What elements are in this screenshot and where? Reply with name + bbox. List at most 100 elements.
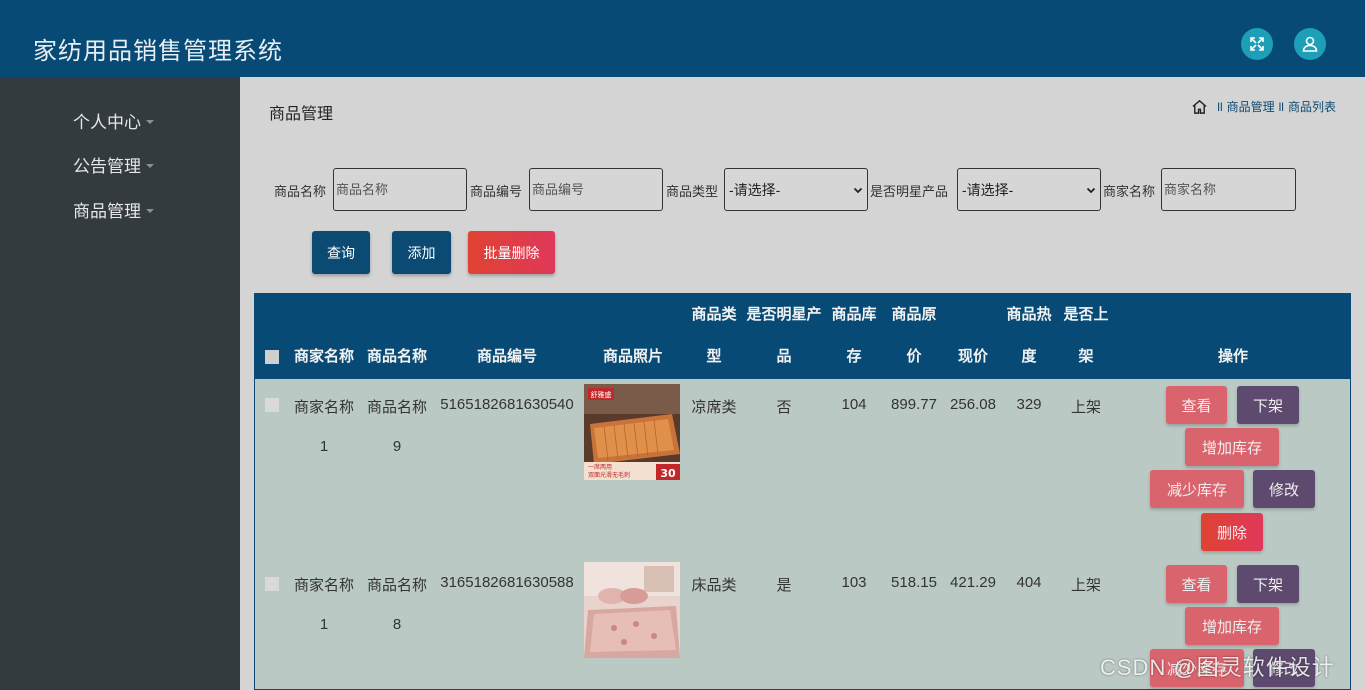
photo-brand-text: 舒雅盛 <box>591 390 612 399</box>
filter-name-input[interactable] <box>333 168 467 211</box>
cell-merchant-suffix: 1 <box>319 616 329 633</box>
product-photo[interactable] <box>584 562 680 658</box>
caret-down-icon <box>146 120 154 124</box>
query-button[interactable]: 查询 <box>312 231 370 274</box>
unshelve-button[interactable]: 下架 <box>1237 386 1299 424</box>
cell-code: 5165182681630540 <box>440 396 574 413</box>
cell-price: 256.08 <box>950 396 996 413</box>
edit-button[interactable]: 修改 <box>1253 470 1315 508</box>
cell-merchant: 商家名称 <box>293 577 354 594</box>
photo-feature-text: 双面光滑无毛刺 <box>588 471 630 479</box>
filter-merchant-label: 商家名称 <box>1103 184 1156 199</box>
page-title: 商品管理 <box>269 106 334 123</box>
home-icon[interactable] <box>1191 98 1208 115</box>
sidebar-item-products[interactable]: 商品管理 <box>73 197 154 222</box>
watermark: CSDN @图灵软件设计 <box>1100 655 1335 680</box>
cell-orig-price: 518.15 <box>891 574 937 591</box>
fullscreen-button[interactable] <box>1241 28 1273 60</box>
col-orig-line2: 价 <box>906 348 922 365</box>
cell-star: 是 <box>776 577 792 594</box>
sidebar-item-profile[interactable]: 个人中心 <box>73 108 154 133</box>
sidebar-item-label: 个人中心 <box>73 113 141 132</box>
app-title: 家纺用品销售管理系统 <box>33 38 283 65</box>
table-header: 商家名称 商品名称 商品编号 商品照片 商品类 型 是否明星产 品 商品库 存 … <box>255 294 1350 379</box>
col-shelf-line2: 架 <box>1078 348 1094 365</box>
col-stock-line1: 商品库 <box>831 306 877 323</box>
cell-name: 商品名称 <box>366 399 427 416</box>
filter-type-value: -请选择- <box>729 181 781 198</box>
filter-merchant-input[interactable] <box>1161 168 1296 211</box>
add-stock-button[interactable]: 增加库存 <box>1185 607 1279 645</box>
col-ops: 操作 <box>1217 348 1248 365</box>
fullscreen-icon <box>1250 37 1264 51</box>
sidebar-item-label: 公告管理 <box>73 157 141 176</box>
cell-orig-price: 899.77 <box>891 396 937 413</box>
col-code: 商品编号 <box>476 348 537 365</box>
cell-type: 凉席类 <box>691 399 737 416</box>
select-all-checkbox[interactable] <box>265 350 279 364</box>
view-button[interactable]: 查看 <box>1166 565 1227 603</box>
cell-price: 421.29 <box>950 574 996 591</box>
filter-type-label: 商品类型 <box>666 184 719 199</box>
col-type-line1: 商品类 <box>691 306 737 323</box>
col-photo: 商品照片 <box>602 348 663 365</box>
sidebar-item-notices[interactable]: 公告管理 <box>73 152 154 177</box>
filter-type-select[interactable]: -请选择- <box>724 168 868 211</box>
add-button[interactable]: 添加 <box>392 231 451 274</box>
cell-merchant-suffix: 1 <box>319 438 329 455</box>
breadcrumb-item-products[interactable]: 商品管理 <box>1227 98 1275 115</box>
col-orig-line1: 商品原 <box>891 306 937 323</box>
filter-code-label: 商品编号 <box>470 184 523 199</box>
filter-star-value: -请选择- <box>962 181 1014 198</box>
unshelve-button[interactable]: 下架 <box>1237 565 1299 603</box>
filter-code-input[interactable] <box>529 168 663 211</box>
col-merchant: 商家名称 <box>293 348 354 365</box>
cell-code: 3165182681630588 <box>440 574 574 591</box>
filter-star-label: 是否明星产品 <box>870 184 949 199</box>
col-hot-line1: 商品热 <box>1006 306 1052 323</box>
cell-merchant: 商家名称 <box>293 399 354 416</box>
breadcrumb-separator: ll <box>1278 99 1284 114</box>
product-photo[interactable]: 舒雅盛 一席两用 双面光滑无毛刺 30 <box>584 384 680 480</box>
mat-photo-image: 舒雅盛 一席两用 双面光滑无毛刺 30 <box>584 384 680 480</box>
col-star-line1: 是否明星产 <box>746 306 822 323</box>
batch-delete-button[interactable]: 批量删除 <box>468 231 555 274</box>
top-header: 家纺用品销售管理系统 <box>0 0 1365 77</box>
col-hot-line2: 度 <box>1021 348 1037 365</box>
chevron-down-icon <box>1086 187 1096 193</box>
cell-hot: 404 <box>1016 574 1042 591</box>
sidebar: 个人中心 公告管理 商品管理 <box>0 77 240 690</box>
delete-button[interactable]: 删除 <box>1201 513 1263 551</box>
cell-type: 床品类 <box>691 577 737 594</box>
caret-down-icon <box>146 164 154 168</box>
breadcrumb: ll 商品管理 ll 商品列表 <box>1191 98 1336 115</box>
cell-shelf: 上架 <box>1070 399 1101 416</box>
view-button[interactable]: 查看 <box>1166 386 1227 424</box>
chevron-down-icon <box>853 187 863 193</box>
col-type-line2: 型 <box>706 348 722 365</box>
photo-price-text: 30 <box>660 467 676 480</box>
col-star-line2: 品 <box>776 348 792 365</box>
cell-hot: 329 <box>1016 396 1042 413</box>
user-icon <box>1302 36 1318 52</box>
product-table: 商家名称 商品名称 商品编号 商品照片 商品类 型 是否明星产 品 商品库 存 … <box>254 293 1351 690</box>
cell-star: 否 <box>776 399 792 416</box>
cell-stock: 104 <box>841 396 867 413</box>
reduce-stock-button[interactable]: 减少库存 <box>1150 470 1244 508</box>
cell-stock: 103 <box>841 574 867 591</box>
col-name: 商品名称 <box>366 348 427 365</box>
cell-name: 商品名称 <box>366 577 427 594</box>
row-checkbox[interactable] <box>265 577 279 591</box>
user-button[interactable] <box>1294 28 1326 60</box>
col-stock-line2: 存 <box>846 348 862 365</box>
photo-slogan-text: 一席两用 <box>588 463 612 471</box>
bedding-photo-image <box>584 562 680 658</box>
breadcrumb-item-list[interactable]: 商品列表 <box>1288 98 1336 115</box>
col-price: 现价 <box>957 348 988 365</box>
add-stock-button[interactable]: 增加库存 <box>1185 428 1279 466</box>
cell-name-suffix: 9 <box>392 438 402 455</box>
cell-name-suffix: 8 <box>392 616 402 633</box>
row-checkbox[interactable] <box>265 398 279 412</box>
col-shelf-line1: 是否上 <box>1063 306 1109 323</box>
filter-star-select[interactable]: -请选择- <box>957 168 1101 211</box>
